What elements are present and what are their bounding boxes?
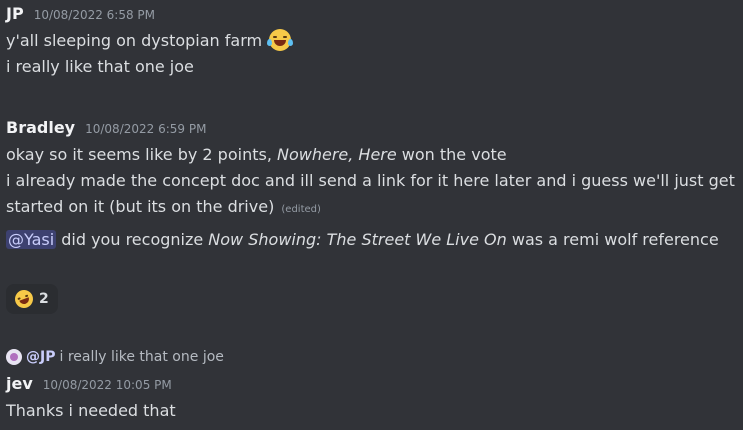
timestamp[interactable]: 10/08/2022 6:59 PM bbox=[85, 122, 206, 136]
reply-author[interactable]: @JP bbox=[26, 349, 55, 365]
edited-label: (edited) bbox=[281, 204, 321, 215]
message-text: y'all sleeping on dystopian farm bbox=[6, 28, 737, 54]
reaction-button[interactable]: 2 bbox=[6, 284, 58, 314]
face-with-tears-of-joy-icon bbox=[267, 29, 294, 51]
reply-reference[interactable]: @JP i really like that one joe bbox=[6, 347, 224, 367]
message-text: okay so it seems like by 2 points, Nowhe… bbox=[6, 145, 507, 164]
message-text: i really like that one joe bbox=[6, 57, 194, 76]
author-name[interactable]: Bradley bbox=[6, 118, 75, 137]
author-name[interactable]: JP bbox=[6, 4, 24, 23]
author-name[interactable]: jev bbox=[6, 374, 33, 393]
rolling-on-floor-laughing-icon bbox=[12, 287, 36, 311]
timestamp[interactable]: 10/08/2022 10:05 PM bbox=[43, 378, 172, 392]
reply-preview-text[interactable]: i really like that one joe bbox=[59, 349, 223, 365]
message-jp: JP 10/08/2022 6:58 PM y'all sleeping on … bbox=[6, 4, 737, 80]
avatar[interactable] bbox=[6, 349, 22, 365]
message-text: Thanks i needed that bbox=[6, 401, 176, 420]
message-jev: jev 10/08/2022 10:05 PM Thanks i needed … bbox=[6, 374, 737, 424]
message-bradley: Bradley 10/08/2022 6:59 PM okay so it se… bbox=[6, 118, 737, 314]
message-text: @Yasi did you recognize Now Showing: The… bbox=[6, 230, 719, 249]
reaction-count: 2 bbox=[39, 291, 49, 307]
message-text: i already made the concept doc and ill s… bbox=[6, 171, 735, 216]
user-mention[interactable]: @Yasi bbox=[6, 230, 57, 249]
timestamp[interactable]: 10/08/2022 6:58 PM bbox=[34, 8, 155, 22]
